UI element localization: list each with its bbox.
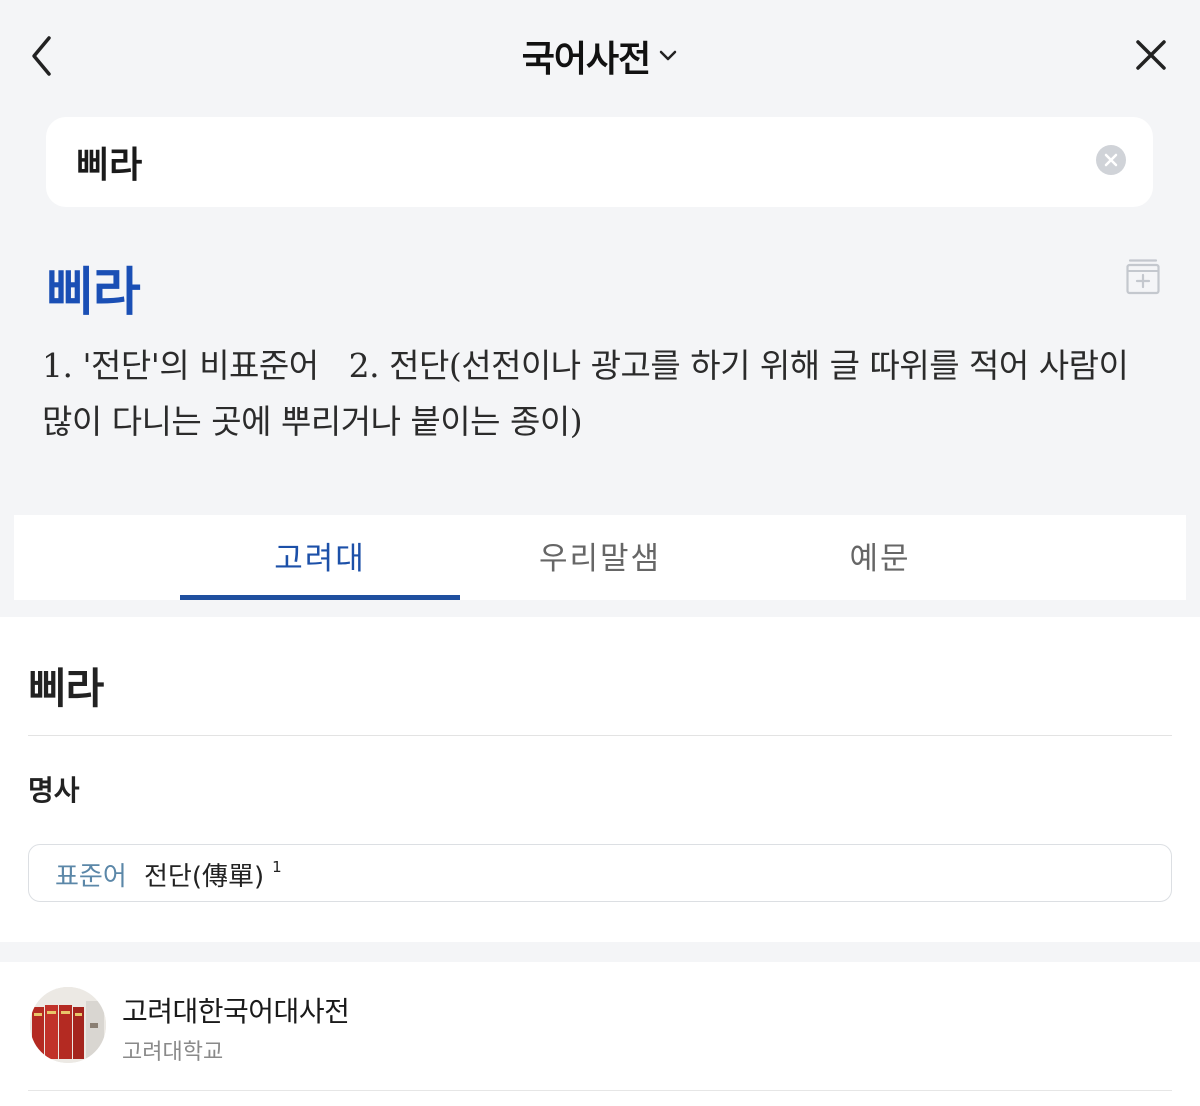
dictionary-app: 국어사전 삐라 1. '전단'의 xyxy=(0,0,1200,1106)
close-icon xyxy=(1136,40,1166,70)
dictionary-source: 고려대한국어대사전 고려대학교 xyxy=(0,962,1200,1106)
dictionary-selector[interactable]: 국어사전 xyxy=(522,30,678,82)
close-button[interactable] xyxy=(1128,32,1174,78)
part-of-speech: 명사 xyxy=(28,774,80,807)
summary-sense-1: 1. '전단'의 비표준어 xyxy=(42,346,319,385)
divider xyxy=(28,735,1172,736)
entry-detail: 삐라 명사 표준어 전단(傳單) 1 xyxy=(0,617,1200,942)
add-to-wordbook-button[interactable] xyxy=(1125,258,1161,296)
clear-circle-icon xyxy=(1104,153,1118,167)
chevron-down-icon xyxy=(659,50,677,61)
standard-label: 표준어 xyxy=(55,862,127,892)
source-tabs: 고려대 우리말샘 예문 xyxy=(14,515,1186,600)
standard-word-text: 전단(傳單) xyxy=(144,862,265,892)
detail-headword: 삐라 xyxy=(28,664,104,713)
source-dictionary-name[interactable]: 고려대한국어대사전 xyxy=(122,990,350,1030)
standard-word-link[interactable]: 표준어 전단(傳單) 1 xyxy=(28,844,1172,902)
title-area: 국어사전 xyxy=(0,30,1200,82)
divider xyxy=(28,1090,1172,1091)
search-input[interactable] xyxy=(76,135,1056,189)
clear-search-button[interactable] xyxy=(1096,145,1126,175)
tab-examples[interactable]: 예문 xyxy=(740,515,1020,600)
source-thumbnail[interactable] xyxy=(30,987,106,1063)
search-box xyxy=(46,117,1153,207)
add-to-wordbook-icon xyxy=(1126,259,1160,295)
entry-headword[interactable]: 삐라 xyxy=(46,250,141,325)
tab-urimalsaem[interactable]: 우리말샘 xyxy=(460,515,740,600)
standard-word: 전단(傳單) 1 xyxy=(144,856,282,893)
homonym-number: 1 xyxy=(272,858,282,876)
dictionary-books-image xyxy=(30,987,106,1063)
page-title: 국어사전 xyxy=(521,39,651,80)
header: 국어사전 xyxy=(0,0,1200,110)
source-publisher: 고려대학교 xyxy=(122,1040,224,1065)
tab-active-indicator xyxy=(180,595,460,600)
entry-summary: 1. '전단'의 비표준어 2. 전단(선전이나 광고를 하기 위해 글 따위를 … xyxy=(42,338,1162,450)
tab-korea-univ[interactable]: 고려대 xyxy=(180,515,460,600)
